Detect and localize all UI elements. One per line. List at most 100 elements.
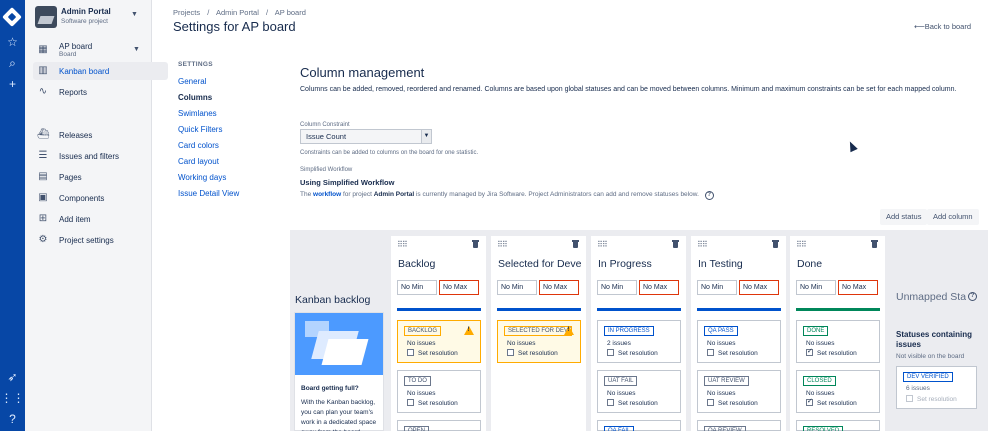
status-card[interactable]: QA FAIL — [597, 420, 681, 431]
min-constraint-input[interactable]: No Min — [697, 280, 737, 295]
set-resolution[interactable]: Set resolution — [707, 349, 758, 357]
settings-link-quick-filters[interactable]: Quick Filters — [178, 125, 222, 134]
info-icon[interactable]: ? — [968, 292, 977, 301]
sidebar-item-project-settings[interactable]: ⚙ Project settings — [37, 231, 157, 249]
status-card[interactable]: UAT REVIEW No issues Set resolution — [697, 370, 781, 413]
min-constraint-input[interactable]: No Min — [796, 280, 836, 295]
sidebar-item-add-item[interactable]: ⊞ Add item — [37, 210, 157, 228]
help-icon[interactable]: ? — [704, 191, 714, 200]
set-resolution[interactable]: Set resolution — [707, 399, 758, 407]
set-resolution[interactable]: Set resolution — [407, 399, 458, 407]
settings-link-general[interactable]: General — [178, 77, 206, 86]
create-icon[interactable]: + — [0, 77, 25, 91]
trash-icon[interactable] — [672, 240, 679, 248]
chevron-down-icon[interactable]: ▼ — [133, 46, 140, 53]
trash-icon[interactable] — [572, 240, 579, 248]
status-card[interactable]: TO DO No issues Set resolution — [397, 370, 481, 413]
status-card[interactable]: IN PROGRESS 2 issues Set resolution — [597, 320, 681, 363]
status-card[interactable]: BACKLOG No issues Set resolution — [397, 320, 481, 363]
resolution-checkbox[interactable] — [707, 399, 714, 406]
board-column[interactable]: ⠿⠿ Selected for Development No MinNo Max SE… — [491, 236, 586, 431]
board-column[interactable]: ⠿⠿ Done No MinNo Max DONE No issues Set resol… — [790, 236, 885, 431]
breadcrumb-projects[interactable]: Projects — [173, 8, 200, 17]
status-card[interactable]: UAT FAIL No issues Set resolution — [597, 370, 681, 413]
trash-icon[interactable] — [772, 240, 779, 248]
star-icon[interactable]: ☆ — [0, 35, 25, 49]
resolution-checkbox[interactable] — [707, 349, 714, 356]
drag-handle-icon[interactable]: ⠿⠿ — [697, 240, 708, 249]
set-resolution[interactable]: Set resolution — [407, 349, 458, 357]
settings-link-issue-detail-view[interactable]: Issue Detail View — [178, 189, 239, 198]
set-resolution[interactable]: Set resolution — [507, 349, 558, 357]
settings-link-working-days[interactable]: Working days — [178, 173, 226, 182]
max-constraint-input[interactable]: No Max — [838, 280, 878, 295]
breadcrumb-project[interactable]: Admin Portal — [216, 8, 259, 17]
breadcrumb-board[interactable]: AP board — [275, 8, 306, 17]
rocket-icon[interactable]: ➶ — [0, 370, 25, 384]
min-constraint-input[interactable]: No Min — [497, 280, 537, 295]
min-constraint-input[interactable]: No Min — [397, 280, 437, 295]
trash-icon[interactable] — [871, 240, 878, 248]
sidebar-item-pages[interactable]: ▤ Pages — [37, 168, 157, 186]
board-switcher[interactable]: ▦ AP board Board ▼ — [37, 41, 157, 59]
column-name[interactable]: Done — [797, 258, 881, 270]
status-card[interactable]: QA REVIEW — [697, 420, 781, 431]
max-constraint-input[interactable]: No Max — [639, 280, 679, 295]
drag-handle-icon[interactable]: ⠿⠿ — [497, 240, 508, 249]
board-column[interactable]: ⠿⠿ Backlog No MinNo Max BACKLOG No issues Set… — [391, 236, 486, 431]
status-card[interactable]: OPEN — [397, 420, 481, 431]
min-constraint-input[interactable]: No Min — [597, 280, 637, 295]
help-icon[interactable]: ? — [0, 412, 25, 426]
resolution-checkbox[interactable] — [607, 399, 614, 406]
resolution-checkbox[interactable] — [507, 349, 514, 356]
settings-link-columns[interactable]: Columns — [178, 93, 212, 102]
search-icon[interactable]: ⌕ — [0, 56, 25, 70]
sidebar-item-releases[interactable]: ⛴ Releases — [37, 126, 157, 144]
settings-link-card-colors[interactable]: Card colors — [178, 141, 219, 150]
max-constraint-input[interactable]: No Max — [739, 280, 779, 295]
status-card[interactable]: DONE No issues Set resolution — [796, 320, 880, 363]
sidebar-item-kanban-board[interactable]: ▥ Kanban board — [33, 62, 168, 80]
chevron-down-icon[interactable]: ▼ — [421, 130, 431, 143]
kanban-backlog-card[interactable]: Board getting full? With the Kanban back… — [294, 312, 384, 431]
resolution-checkbox[interactable] — [407, 349, 414, 356]
status-card[interactable]: RESOLVED — [796, 420, 880, 431]
column-name[interactable]: In Progress — [598, 258, 682, 270]
back-to-board-link[interactable]: ⟵Back to board — [914, 22, 971, 31]
chevron-down-icon[interactable]: ▼ — [131, 11, 138, 18]
sidebar-item-components[interactable]: ▣ Components — [37, 189, 157, 207]
app-switcher-icon[interactable]: ⋮⋮ — [0, 391, 25, 405]
status-card[interactable]: CLOSED No issues Set resolution — [796, 370, 880, 413]
board-column[interactable]: ⠿⠿ In Progress No Min No Max IN PROGRESS 2 is… — [591, 236, 686, 431]
set-resolution[interactable]: Set resolution — [607, 399, 658, 407]
add-status-button[interactable]: Add status — [880, 209, 928, 225]
set-resolution[interactable]: Set resolution — [806, 397, 857, 407]
resolution-checkbox[interactable] — [806, 397, 813, 406]
board-column[interactable]: ⠿⠿ In Testing No Min No Max QA PASS No issues… — [691, 236, 786, 431]
set-resolution[interactable]: Set resolution — [806, 347, 857, 357]
sidebar-item-reports[interactable]: ∿ Reports — [37, 83, 157, 101]
jira-logo-icon[interactable] — [2, 7, 22, 27]
trash-icon[interactable] — [472, 240, 479, 248]
constraint-select[interactable]: Issue Count ▼ — [300, 129, 432, 144]
resolution-checkbox[interactable] — [806, 347, 813, 356]
max-constraint-input[interactable]: No Max — [439, 280, 479, 295]
resolution-checkbox[interactable] — [607, 349, 614, 356]
set-resolution[interactable]: Set resolution — [607, 349, 658, 357]
add-column-button[interactable]: Add column — [927, 209, 979, 225]
status-card[interactable]: QA PASS No issues Set resolution — [697, 320, 781, 363]
column-name[interactable]: Backlog — [398, 258, 482, 270]
drag-handle-icon[interactable]: ⠿⠿ — [597, 240, 608, 249]
status-card[interactable]: SELECTED FOR DEVELOPMENT No issues Set res… — [497, 320, 581, 363]
settings-link-swimlanes[interactable]: Swimlanes — [178, 109, 217, 118]
max-constraint-input[interactable]: No Max — [539, 280, 579, 295]
column-name[interactable]: In Testing — [698, 258, 782, 270]
settings-link-card-layout[interactable]: Card layout — [178, 157, 219, 166]
column-name[interactable]: Selected for Development — [498, 258, 582, 270]
workflow-link[interactable]: workflow — [313, 191, 341, 198]
sidebar-item-issues[interactable]: ☰ Issues and filters — [37, 147, 157, 165]
drag-handle-icon[interactable]: ⠿⠿ — [397, 240, 408, 249]
resolution-checkbox[interactable] — [407, 399, 414, 406]
project-header[interactable]: Admin Portal Software project ▼ — [35, 6, 147, 28]
unmapped-status-card[interactable]: DEV VERIFIED 6 issues Set resolution — [896, 366, 977, 409]
